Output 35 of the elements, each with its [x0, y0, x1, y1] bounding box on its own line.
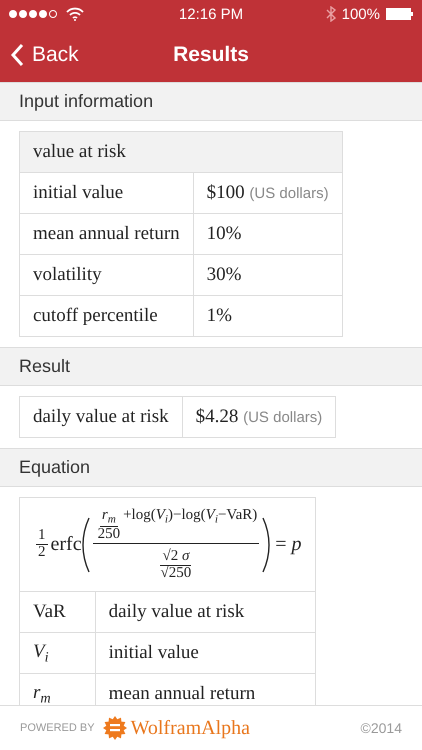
- value-text: 10%: [206, 223, 242, 244]
- value-text: $100: [206, 182, 245, 203]
- unit-text: (US dollars): [243, 409, 322, 426]
- variable-meaning: initial value: [95, 632, 316, 674]
- chevron-left-icon: [10, 43, 24, 67]
- variable-symbol: V$_{i}$: [20, 632, 96, 674]
- signal-icon: [8, 9, 60, 19]
- battery-icon: [386, 8, 414, 20]
- value-text: $4.28: [196, 406, 238, 427]
- status-time: 12:16 PM: [178, 6, 244, 22]
- table-cell: volatility: [20, 254, 194, 296]
- table-cell: daily value at risk: [20, 396, 182, 438]
- brand-name: WolframAlpha: [130, 716, 250, 740]
- back-button[interactable]: Back: [10, 43, 79, 67]
- variable-symbol: VaR: [20, 592, 96, 633]
- wifi-icon: [66, 7, 84, 21]
- section-header: Result: [0, 347, 422, 386]
- section-header: Input information: [0, 82, 422, 121]
- value-text: 30%: [206, 264, 242, 285]
- battery-level: 100%: [342, 6, 380, 22]
- table-header: value at risk: [20, 132, 342, 172]
- star-logo-icon: [102, 716, 127, 740]
- section-header: Equation: [0, 448, 422, 487]
- screen-title: Results: [173, 43, 249, 67]
- unit-text: (US dollars): [249, 185, 329, 202]
- variable-meaning: daily value at risk: [95, 592, 316, 633]
- right-bracket-icon: [262, 516, 270, 573]
- table-cell: cutoff percentile: [20, 296, 194, 336]
- table-cell: mean annual return: [20, 214, 194, 254]
- copyright-text: ©2014: [360, 720, 402, 736]
- powered-by-text: POWERED BY: [20, 722, 95, 734]
- bluetooth-icon: [326, 6, 336, 22]
- left-bracket-icon: [82, 516, 90, 573]
- table-cell: initial value: [20, 172, 194, 214]
- value-text: 1%: [206, 305, 232, 326]
